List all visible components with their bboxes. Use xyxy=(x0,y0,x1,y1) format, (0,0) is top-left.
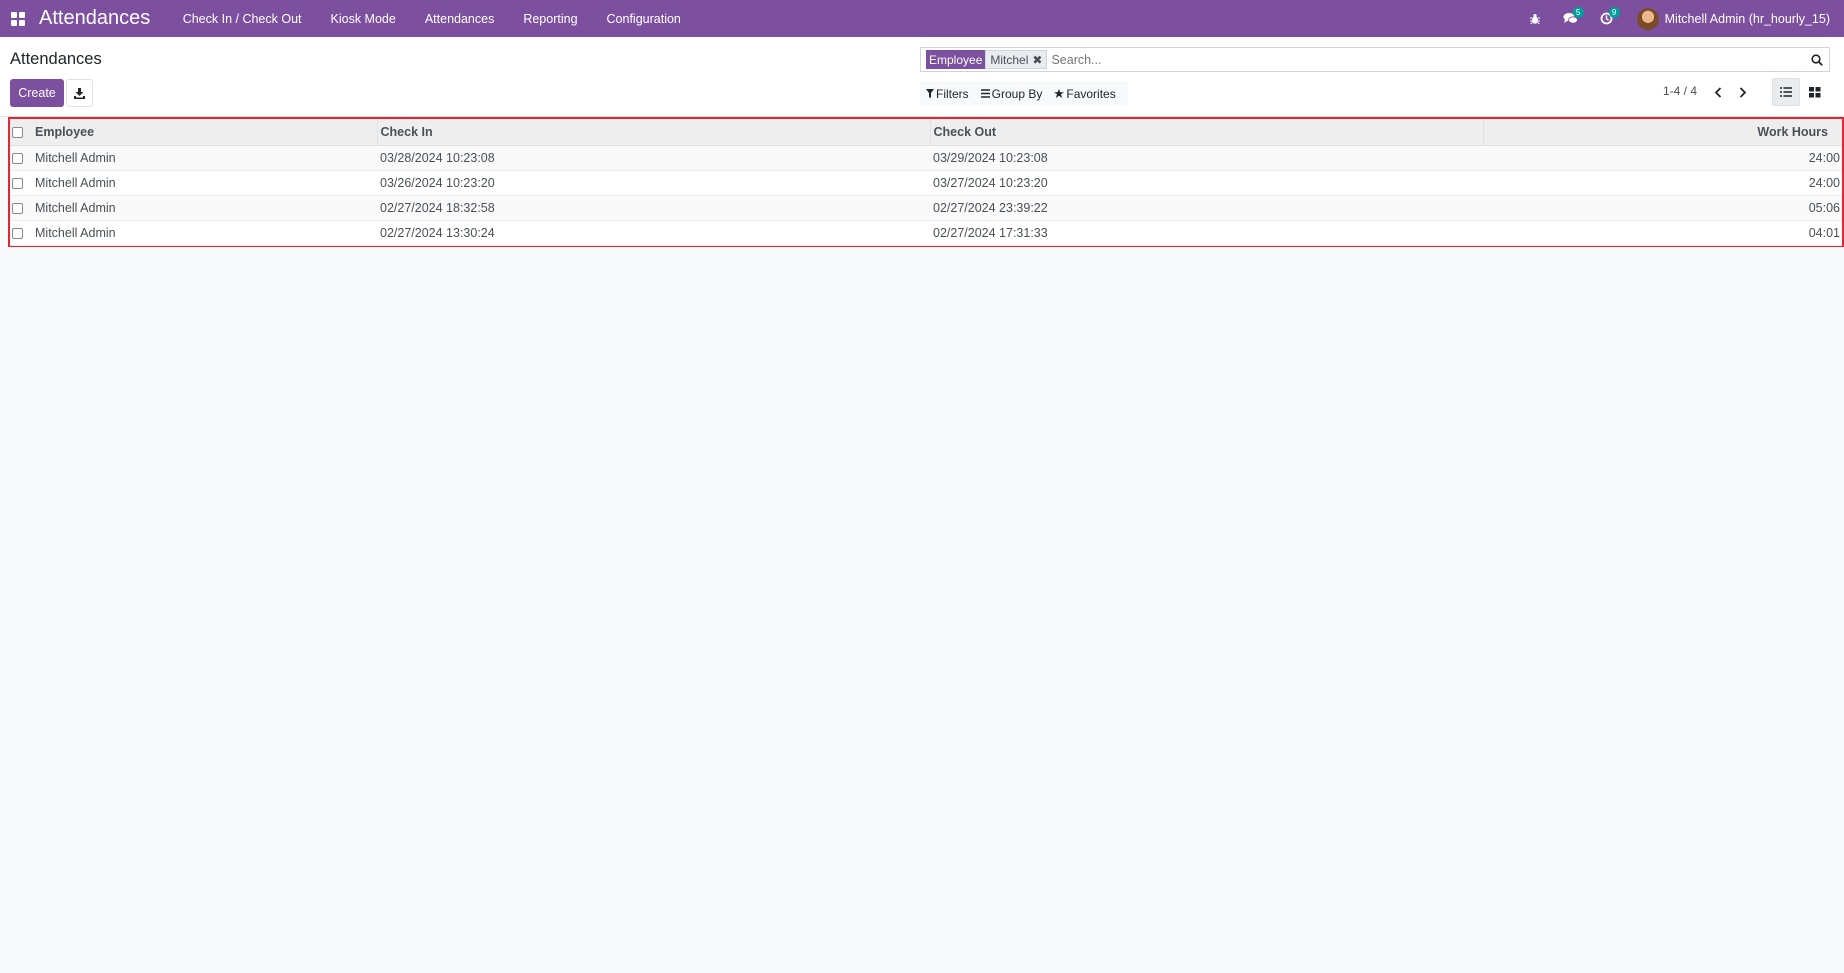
row-select-cell xyxy=(10,195,32,220)
cell-check-out: 02/27/2024 17:31:33 xyxy=(933,225,1048,240)
table-row[interactable]: Mitchell Admin 02/27/2024 18:32:58 02/27… xyxy=(10,195,1842,220)
row-checkbox[interactable] xyxy=(12,202,23,214)
cell-work-hours: 24:00 xyxy=(1808,150,1840,165)
favorites-label: Favorites xyxy=(1066,86,1116,101)
groupby-toggle[interactable]: Group By xyxy=(975,81,1049,106)
table-header: Employee Check In Check Out Work Hours xyxy=(10,119,1842,146)
cell-employee: Mitchell Admin xyxy=(35,200,116,215)
star-icon xyxy=(1054,88,1065,99)
groupby-label: Group By xyxy=(991,86,1043,101)
download-icon xyxy=(74,87,85,99)
apps-menu-button[interactable] xyxy=(0,0,36,37)
cell-check-in: 02/27/2024 13:30:24 xyxy=(380,225,495,240)
search-button[interactable] xyxy=(1805,48,1829,71)
menu-item-kiosk-mode[interactable]: Kiosk Mode xyxy=(316,12,410,26)
kanban-view-icon xyxy=(1809,86,1821,97)
filters-toggle[interactable]: Filters xyxy=(920,81,975,106)
facet-label: Employee xyxy=(926,50,986,69)
top-navbar: Attendances Check In / Check Out Kiosk M… xyxy=(0,0,1844,37)
menu-item-configuration[interactable]: Configuration xyxy=(592,12,695,26)
select-all-cell xyxy=(10,119,32,146)
search-facet: Employee Mitchel ✖ xyxy=(926,50,1048,69)
cell-work-hours: 04:01 xyxy=(1808,225,1840,240)
menu-item-check-in-out[interactable]: Check In / Check Out xyxy=(168,12,316,26)
column-header-employee[interactable]: Employee xyxy=(32,119,378,146)
systray: 5 9 Mitchell Admin (hr_hourly_15) xyxy=(1517,0,1844,37)
main-menu: Check In / Check Out Kiosk Mode Attendan… xyxy=(168,12,695,26)
list-bars-icon xyxy=(980,89,990,98)
messages-count-badge: 5 xyxy=(1572,7,1584,18)
row-checkbox[interactable] xyxy=(12,177,23,189)
row-select-cell xyxy=(10,170,32,195)
filters-label: Filters xyxy=(936,86,969,101)
list-view-icon xyxy=(1780,87,1792,97)
create-button[interactable]: Create xyxy=(10,79,64,107)
row-select-cell xyxy=(10,145,32,170)
page-title: Attendances xyxy=(10,50,102,68)
search-icon xyxy=(1811,53,1823,66)
column-header-work-hours[interactable]: Work Hours xyxy=(1483,119,1842,146)
debug-button[interactable] xyxy=(1517,0,1553,37)
search-bar: Employee Mitchel ✖ xyxy=(920,47,1830,72)
row-checkbox[interactable] xyxy=(12,152,23,164)
menu-item-attendances[interactable]: Attendances xyxy=(410,12,509,26)
activities-button[interactable]: 9 xyxy=(1589,0,1625,37)
cell-employee: Mitchell Admin xyxy=(35,150,116,165)
menu-item-reporting[interactable]: Reporting xyxy=(509,12,592,26)
row-select-cell xyxy=(10,220,32,245)
column-header-check-out[interactable]: Check Out xyxy=(930,119,1484,146)
pager-next-button[interactable] xyxy=(1731,80,1755,104)
user-menu[interactable]: Mitchell Admin (hr_hourly_15) xyxy=(1636,7,1830,30)
chevron-right-icon xyxy=(1739,86,1747,98)
cell-check-out: 02/27/2024 23:39:22 xyxy=(933,200,1048,215)
favorites-toggle[interactable]: Favorites xyxy=(1048,81,1121,106)
attendance-list: Employee Check In Check Out Work Hours M… xyxy=(8,117,1844,247)
facet-value-text: Mitchel xyxy=(990,52,1029,67)
row-checkbox[interactable] xyxy=(12,227,23,239)
facet-remove-icon[interactable]: ✖ xyxy=(1032,53,1042,67)
facet-value: Mitchel ✖ xyxy=(985,50,1048,69)
apps-grid-icon xyxy=(11,11,25,26)
kanban-view-button[interactable] xyxy=(1801,78,1829,106)
column-header-check-in[interactable]: Check In xyxy=(377,119,931,146)
user-name: Mitchell Admin (hr_hourly_15) xyxy=(1664,11,1830,26)
bug-icon xyxy=(1529,13,1540,24)
control-panel: Attendances Create Employee Mitchel ✖ Se… xyxy=(0,37,1844,117)
search-options: Filters Group By Favorites xyxy=(920,81,1128,106)
app-brand[interactable]: Attendances xyxy=(39,7,150,30)
attendance-table: Employee Check In Check Out Work Hours M… xyxy=(10,119,1842,246)
cell-employee: Mitchell Admin xyxy=(35,225,116,240)
cell-check-in: 03/26/2024 10:23:20 xyxy=(380,175,495,190)
messages-button[interactable]: 5 xyxy=(1553,0,1589,37)
cell-check-out: 03/29/2024 10:23:08 xyxy=(933,150,1048,165)
export-button[interactable] xyxy=(66,79,93,107)
cell-check-in: 03/28/2024 10:23:08 xyxy=(380,150,495,165)
list-view-button[interactable] xyxy=(1772,78,1800,106)
activities-count-badge: 9 xyxy=(1608,7,1620,18)
pager-previous-button[interactable] xyxy=(1706,80,1730,104)
table-row[interactable]: Mitchell Admin 02/27/2024 13:30:24 02/27… xyxy=(10,220,1842,245)
filter-icon xyxy=(926,89,934,98)
cell-work-hours: 05:06 xyxy=(1808,200,1840,215)
cell-employee: Mitchell Admin xyxy=(35,175,116,190)
search-input[interactable] xyxy=(1051,49,1805,70)
cell-work-hours: 24:00 xyxy=(1808,175,1840,190)
select-all-checkbox[interactable] xyxy=(12,126,23,138)
avatar xyxy=(1636,7,1659,30)
cell-check-in: 02/27/2024 18:32:58 xyxy=(380,200,495,215)
table-row[interactable]: Mitchell Admin 03/28/2024 10:23:08 03/29… xyxy=(10,145,1842,170)
cell-check-out: 03/27/2024 10:23:20 xyxy=(933,175,1048,190)
table-row[interactable]: Mitchell Admin 03/26/2024 10:23:20 03/27… xyxy=(10,170,1842,195)
pager-value[interactable]: 1-4 / 4 xyxy=(1663,84,1697,98)
chevron-left-icon xyxy=(1714,86,1722,98)
